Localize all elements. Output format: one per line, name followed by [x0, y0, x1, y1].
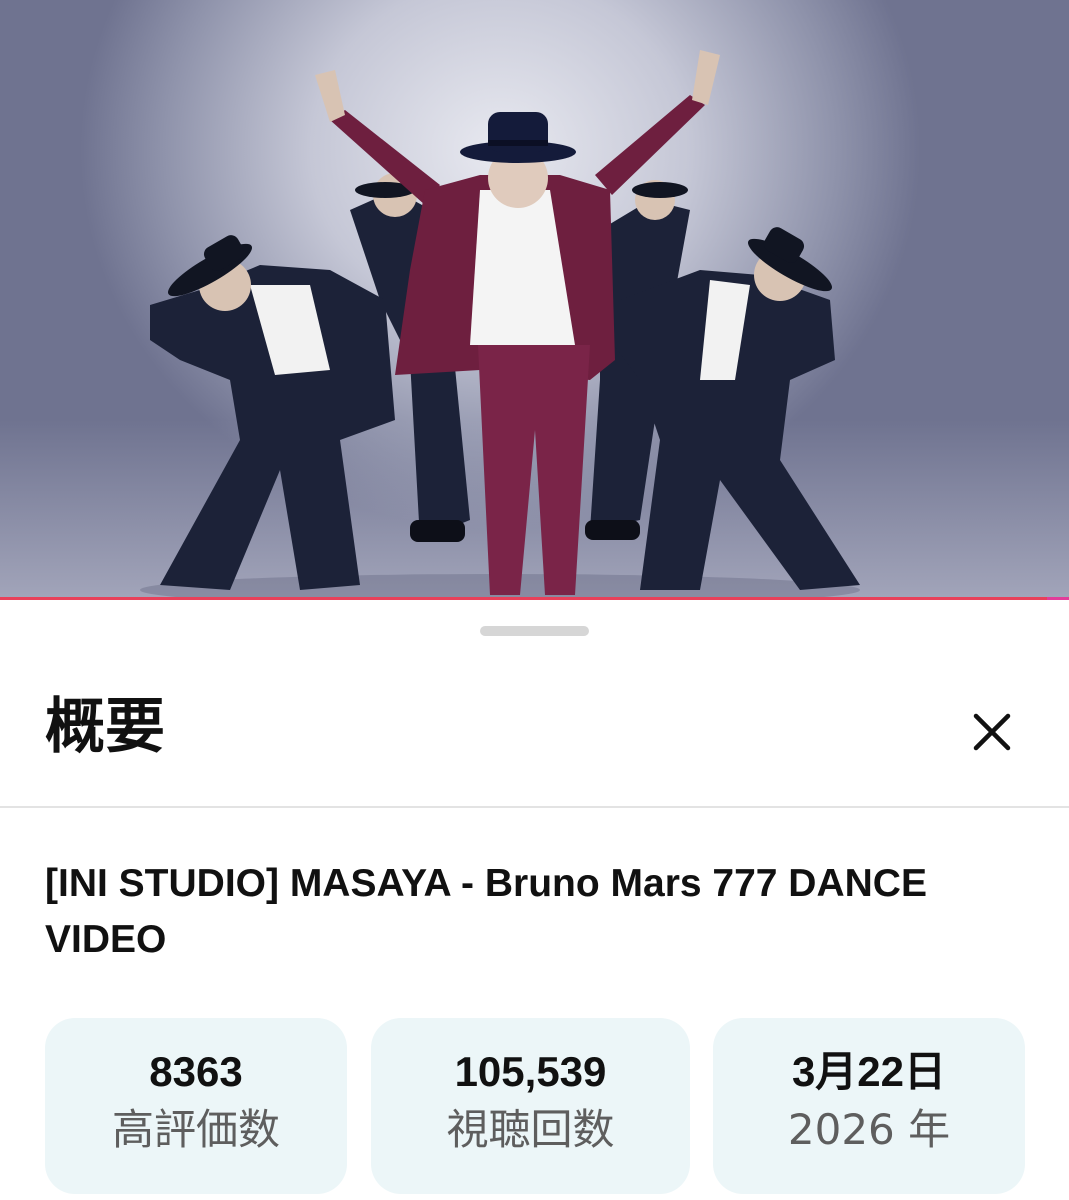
sheet-divider [0, 806, 1069, 808]
stats-row: 8363 高評価数 105,539 視聴回数 3月22日 2026 年 [0, 1018, 1069, 1194]
sheet-title: 概要 [45, 692, 165, 762]
description-sheet: 概要 [INI STUDIO] MASAYA - Bruno Mars 777 … [0, 604, 1069, 1200]
video-player[interactable] [0, 0, 1069, 600]
likes-stat-card: 8363 高評価数 [45, 1018, 347, 1194]
likes-label: 高評価数 [111, 1105, 280, 1154]
video-progress-bar[interactable] [0, 597, 1069, 600]
video-progress-thumb[interactable] [1047, 597, 1069, 600]
close-button[interactable] [968, 708, 1016, 756]
upload-year: 2026 年 [787, 1105, 951, 1154]
dancer-front-left [150, 235, 395, 590]
date-stat-card: 3月22日 2026 年 [713, 1018, 1025, 1194]
views-label: 視聴回数 [446, 1105, 615, 1154]
video-progress-fill [0, 597, 1048, 600]
views-count: 105,539 [454, 1048, 607, 1095]
video-title: [INI STUDIO] MASAYA - Bruno Mars 777 DAN… [45, 862, 927, 961]
views-stat-card: 105,539 視聴回数 [371, 1018, 690, 1194]
likes-count: 8363 [149, 1048, 243, 1095]
screen: 概要 [INI STUDIO] MASAYA - Bruno Mars 777 … [0, 0, 1069, 1200]
close-icon [973, 713, 1011, 751]
upload-date: 3月22日 [791, 1048, 947, 1095]
video-frame-dancers [140, 50, 860, 600]
sheet-drag-handle[interactable] [480, 626, 589, 636]
